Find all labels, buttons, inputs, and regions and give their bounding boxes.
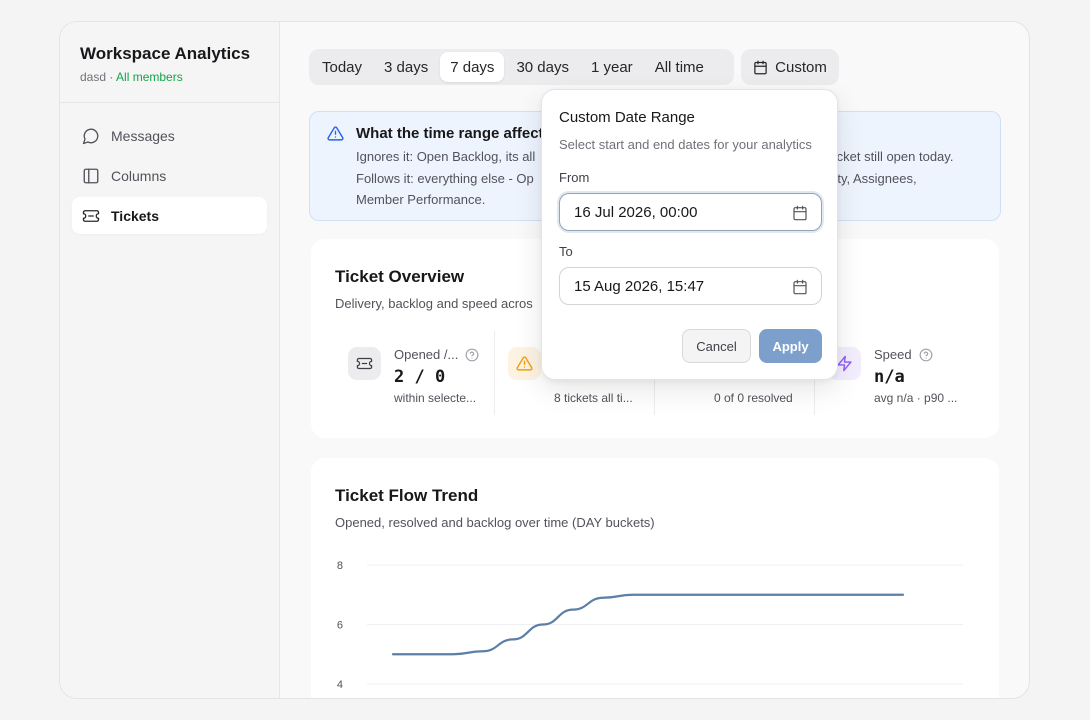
- sidebar: Workspace Analytics dasd · All members M…: [60, 22, 280, 698]
- popover-subtitle: Select start and end dates for your anal…: [559, 137, 812, 152]
- metric-note: 8 tickets all ti...: [554, 391, 633, 405]
- ticket-icon: [356, 357, 373, 370]
- sidebar-item-columns[interactable]: Columns: [72, 157, 267, 194]
- info-line-1: Ignores it: Open Backlog, its all: [356, 149, 536, 164]
- metric-note: within selecte...: [394, 391, 477, 405]
- ticket-icon: [82, 209, 100, 222]
- workspace-info: dasd · All members: [80, 70, 259, 84]
- ticket-flow-trend-card: Ticket Flow Trend Opened, resolved and b…: [311, 458, 999, 698]
- overview-subtitle: Delivery, backlog and speed acros: [335, 296, 533, 311]
- range-1-year-button[interactable]: 1 year: [581, 52, 643, 82]
- apply-button[interactable]: Apply: [759, 329, 822, 363]
- trend-subtitle: Opened, resolved and backlog over time (…: [335, 515, 655, 530]
- metric-label: Speed: [874, 347, 933, 362]
- y-tick-label: 6: [337, 620, 343, 632]
- sidebar-nav: Messages Columns Tickets: [60, 103, 279, 251]
- sidebar-item-label: Columns: [111, 167, 167, 184]
- popover-title: Custom Date Range: [559, 109, 695, 126]
- metric-label-text: Speed: [874, 347, 912, 362]
- overview-title: Ticket Overview: [335, 267, 465, 286]
- sidebar-item-tickets[interactable]: Tickets: [72, 197, 267, 234]
- info-line-1-right: y ticket still open today.: [820, 149, 954, 164]
- to-date-field[interactable]: 15 Aug 2026, 15:47: [559, 267, 822, 305]
- sidebar-item-label: Messages: [111, 127, 175, 144]
- metric-opened: Opened /... 2 / 0 within selecte...: [335, 331, 495, 415]
- brand: Workspace Analytics dasd · All members: [60, 22, 279, 103]
- range-3-days-button[interactable]: 3 days: [374, 52, 438, 82]
- metric-value: n/a: [874, 367, 905, 387]
- info-line-2: Follows it: everything else - Op: [356, 171, 534, 186]
- custom-range-label: Custom: [775, 58, 827, 76]
- y-tick-label: 8: [337, 560, 343, 572]
- info-line-3: Member Performance.: [356, 192, 486, 207]
- range-30-days-button[interactable]: 30 days: [506, 52, 579, 82]
- range-7-days-button[interactable]: 7 days: [440, 52, 505, 82]
- message-circle-icon: [82, 128, 99, 144]
- range-today-button[interactable]: Today: [312, 52, 372, 82]
- from-label: From: [559, 170, 590, 185]
- scope-link[interactable]: All members: [116, 70, 183, 84]
- columns-icon: [83, 168, 99, 183]
- calendar-icon[interactable]: [792, 205, 808, 221]
- custom-range-button[interactable]: Custom: [741, 49, 839, 85]
- sidebar-item-label: Tickets: [111, 207, 159, 224]
- metric-note: 0 of 0 resolved: [714, 391, 793, 405]
- calendar-icon: [754, 60, 767, 74]
- calendar-icon[interactable]: [792, 279, 808, 295]
- to-label: To: [559, 244, 573, 259]
- alert-triangle-icon: [516, 356, 533, 371]
- range-all-time-button[interactable]: All time: [645, 52, 714, 82]
- metric-icon-bg: [508, 347, 541, 380]
- sidebar-item-messages[interactable]: Messages: [72, 117, 267, 154]
- custom-date-range-popover: Custom Date Range Select start and end d…: [541, 89, 838, 380]
- metric-note: avg n/a · p90 ...: [874, 391, 958, 405]
- trend-title: Ticket Flow Trend: [335, 486, 479, 505]
- app-title: Workspace Analytics: [80, 44, 251, 63]
- cancel-button[interactable]: Cancel: [682, 329, 751, 363]
- time-range-selector: Today 3 days 7 days 30 days 1 year All t…: [309, 49, 734, 85]
- metric-speed: Speed n/a avg n/a · p90 ...: [815, 331, 975, 415]
- trend-chart: 4 6 8: [337, 560, 963, 691]
- y-tick-label: 4: [337, 679, 343, 691]
- info-title: What the time range affect: [356, 125, 544, 142]
- metric-icon-bg: [348, 347, 381, 380]
- metric-label-text: Opened /...: [394, 347, 459, 362]
- from-date-value: 16 Jul 2026, 00:00: [574, 203, 698, 221]
- metric-value: 2 / 0: [394, 367, 446, 387]
- separator-dot: ·: [106, 70, 117, 84]
- help-circle-icon[interactable]: [919, 348, 933, 362]
- to-date-value: 15 Aug 2026, 15:47: [574, 277, 705, 295]
- metric-label: Opened /...: [394, 347, 479, 362]
- from-date-field[interactable]: 16 Jul 2026, 00:00: [559, 193, 822, 231]
- alert-triangle-icon: [327, 126, 344, 141]
- zap-icon: [837, 355, 852, 372]
- workspace-name: dasd: [80, 70, 107, 84]
- help-circle-icon[interactable]: [465, 348, 479, 362]
